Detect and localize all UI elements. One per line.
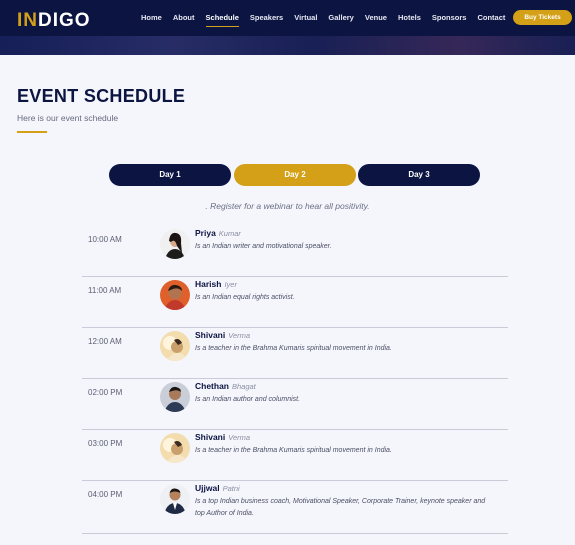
speaker-name[interactable]: Shivani Verma [195,432,250,442]
tab-day-1[interactable]: Day 1 [109,164,231,186]
speaker-last-name: Kumar [218,229,241,238]
webinar-notice: . Register for a webinar to hear all pos… [205,201,370,211]
speaker-last-name: Iyer [224,280,237,289]
speaker-description: Is a top Indian business coach, Motivati… [195,498,486,517]
speaker-avatar [160,433,190,463]
speaker-name[interactable]: Shivani Verma [195,330,250,340]
session-time: 04:00 PM [88,490,123,499]
session-time: 03:00 PM [88,439,123,448]
speaker-last-name: Verma [228,331,251,340]
speaker-first-name: Priya [195,228,216,238]
session-time: 11:00 AM [88,286,122,295]
nav-venue[interactable]: Venue [365,13,387,27]
nav-schedule[interactable]: Schedule [205,13,239,27]
speaker-description: Is a teacher in the Brahma Kumaris spiri… [195,345,392,352]
speaker-avatar [160,484,190,514]
speaker-name[interactable]: Chethan Bhagat [195,381,256,391]
speaker-last-name: Bhagat [232,382,256,391]
speaker-name[interactable]: Harish Iyer [195,279,237,289]
schedule-row: 11:00 AM Harish Iyer Is an Indian equal r… [82,277,508,328]
speaker-description: Is an Indian author and columnist. [195,396,301,403]
logo-rest: DIGO [38,10,91,31]
speaker-first-name: Harish [195,279,222,289]
nav-hotels[interactable]: Hotels [398,13,421,27]
nav-gallery[interactable]: Gallery [328,13,353,27]
schedule-row: 12:00 AM Shivani Verma Is a teacher in th… [82,328,508,379]
main-nav: Home About Schedule Speakers Virtual Gal… [141,13,516,27]
speaker-description: Is an Indian writer and motivational spe… [195,243,332,250]
title-underline [17,131,47,133]
site-logo[interactable]: INDIGO [17,10,91,32]
page-subtitle: Here is our event schedule [17,113,119,123]
nav-sponsors[interactable]: Sponsors [432,13,467,27]
speaker-last-name: Patni [222,484,240,493]
speaker-description: Is a teacher in the Brahma Kumaris spiri… [195,447,392,454]
session-time: 10:00 AM [88,235,122,244]
nav-virtual[interactable]: Virtual [294,13,317,27]
nav-home[interactable]: Home [141,13,162,27]
buy-tickets-button[interactable]: Buy Tickets [513,10,572,25]
speaker-first-name: Shivani [195,432,226,442]
speaker-first-name: Ujjwal [195,483,220,493]
tab-day-3[interactable]: Day 3 [358,164,480,186]
page-title: EVENT SCHEDULE [17,86,186,106]
schedule-row: 10:00 AM Priya Kumar Is an Indian writer … [82,226,508,277]
speaker-avatar [160,331,190,361]
speaker-last-name: Verma [228,433,251,442]
schedule-row: 03:00 PM Shivani Verma Is a teacher in th… [82,430,508,481]
tab-day-2[interactable]: Day 2 [234,164,356,186]
session-time: 02:00 PM [88,388,123,397]
speaker-avatar [160,382,190,412]
schedule-row: 02:00 PM Chethan Bhagat Is an Indian auth… [82,379,508,430]
speaker-first-name: Chethan [195,381,229,391]
session-time: 12:00 AM [88,337,122,346]
speaker-avatar [160,229,190,259]
top-navbar: INDIGO Home About Schedule Speakers Virt… [0,0,575,55]
speaker-avatar [160,280,190,310]
nav-speakers[interactable]: Speakers [250,13,283,27]
nav-contact[interactable]: Contact [477,13,505,27]
speaker-name[interactable]: Priya Kumar [195,228,241,238]
speaker-first-name: Shivani [195,330,226,340]
speaker-name[interactable]: Ujjwal Patni [195,483,240,493]
nav-about[interactable]: About [173,13,195,27]
speaker-description: Is an Indian equal rights activist. [195,294,295,301]
logo-accent: IN [17,10,38,31]
schedule-row: 04:00 PM Ujjwal Patni Is a top Indian bus… [82,481,508,534]
